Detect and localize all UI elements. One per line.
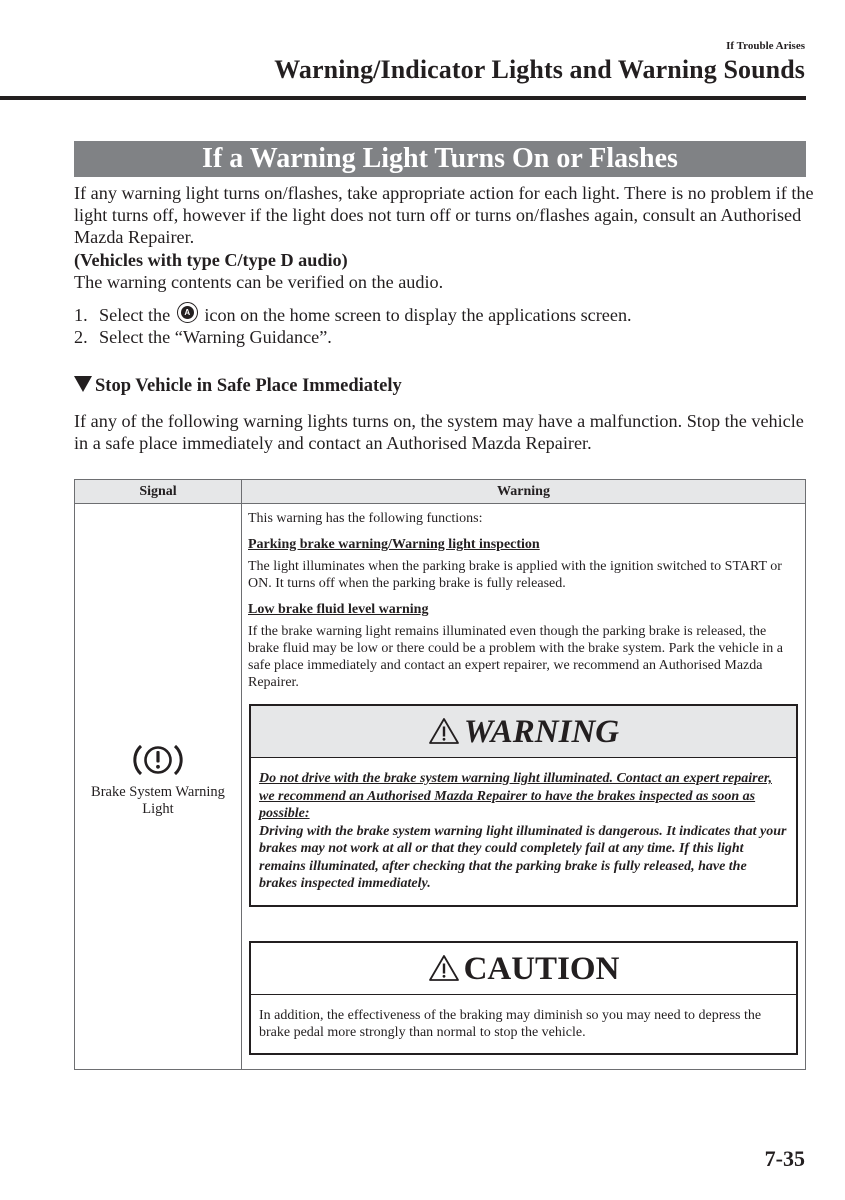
column-header-warning: Warning [241,479,806,504]
vehicles-note: (Vehicles with type C/type D audio) [74,250,348,270]
function-title: Parking brake warning/Warning light insp… [248,537,540,552]
section-paragraph: If any of the following warning lights t… [74,411,804,453]
function-text: The light illuminates when the parking b… [248,559,782,591]
intro-paragraph: If any warning light turns on/flashes, t… [74,183,814,247]
step-number: 2. [74,327,88,347]
signal-label: Brake System Warning Light [91,784,225,817]
table-row: Brake System Warning Light This warning … [74,503,806,1070]
page-number: 7-35 [764,1146,805,1171]
function-text: If the brake warning light remains illum… [248,624,783,690]
step-text: icon on the home screen to display the a… [204,305,632,325]
brake-warning-icon [133,744,183,776]
signal-cell: Brake System Warning Light [74,503,242,1070]
step-text: Select the “Warning Guidance”. [99,327,332,347]
caution-box-header: CAUTION [251,943,796,995]
warning-box: WARNING Do not drive with the brake syst… [249,704,798,907]
triangle-down-icon [74,376,92,392]
applications-icon: A [176,302,198,323]
caution-box-body: In addition, the effectiveness of the br… [251,995,796,1053]
table-header-row: Signal Warning [74,479,806,504]
caution-text: In addition, the effectiveness of the br… [259,1007,762,1040]
warning-light-table: Signal Warning Brake System Warning Ligh… [74,479,806,1070]
list-item: 2. Select the “Warning Guidance”. [74,326,814,348]
step-text: Select the [99,305,171,325]
warning-cell: This warning has the following functions… [241,503,806,1070]
step-number: 1. [74,305,88,325]
caution-box: CAUTION In addition, the effectiveness o… [249,940,798,1055]
warning-triangle-icon [428,718,459,745]
section-heading: Stop Vehicle in Safe Place Immediately [74,376,402,397]
warning-text: Driving with the brake system warning li… [259,823,787,892]
banner-title: If a Warning Light Turns On or Flashes [74,141,806,177]
warning-box-body: Do not drive with the brake system warni… [251,758,796,905]
function-title: Low brake fluid level warning [248,602,429,617]
warning-intro: This warning has the following functions… [248,511,483,526]
warning-box-header: WARNING [251,706,796,758]
list-item: 1. Select the A icon on the home screen … [74,302,814,326]
warning-underlined-text: Do not drive with the brake system warni… [259,771,772,821]
steps-list: 1. Select the A icon on the home screen … [74,302,814,348]
column-header-signal: Signal [74,479,242,504]
verify-text: The warning contents can be verified on … [74,272,444,292]
caution-triangle-icon [428,955,459,981]
section-label: If Trouble Arises [726,40,805,52]
page-title: Warning/Indicator Lights and Warning Sou… [274,55,805,84]
title-rule [0,96,806,100]
